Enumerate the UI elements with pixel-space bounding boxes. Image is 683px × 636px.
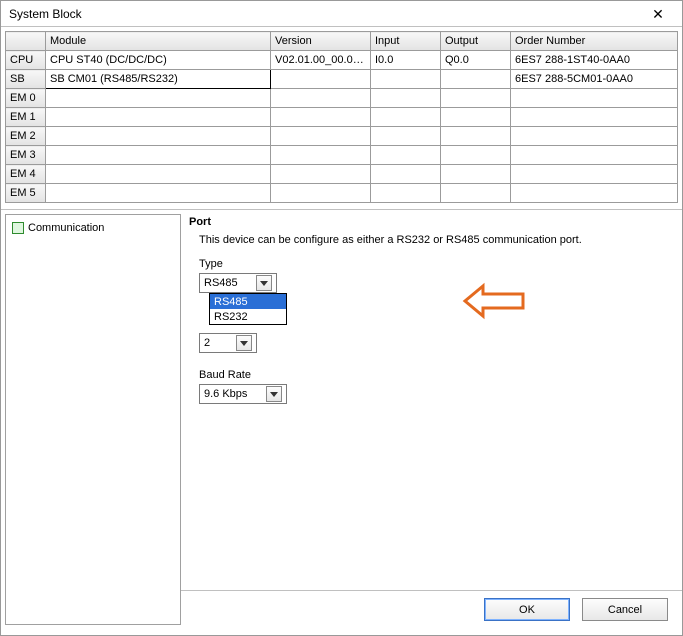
col-slot [6,32,46,51]
cell-slot: SB [6,70,46,89]
table-row[interactable]: EM 4 [6,165,678,184]
col-version[interactable]: Version [271,32,371,51]
detail-area: Communication Port This device can be co… [1,209,682,629]
cell-input[interactable] [371,89,441,108]
cell-module[interactable] [46,165,271,184]
cell-slot: EM 5 [6,184,46,203]
type-option-rs485[interactable]: RS485 [210,294,286,309]
cell-module[interactable] [46,127,271,146]
cell-input[interactable] [371,184,441,203]
dialog-buttons: OK Cancel [484,598,668,621]
cell-slot: EM 0 [6,89,46,108]
cell-version[interactable] [271,146,371,165]
cell-module[interactable] [46,184,271,203]
cell-module[interactable]: CPU ST40 (DC/DC/DC) [46,51,271,70]
cell-input[interactable]: I0.0 [371,51,441,70]
cell-order[interactable] [511,127,678,146]
cell-input[interactable] [371,70,441,89]
cell-version[interactable] [271,89,371,108]
cell-slot: EM 4 [6,165,46,184]
table-row[interactable]: SBSB CM01 (RS485/RS232) 6ES7 288-5CM01-0A… [6,70,678,89]
cell-output[interactable] [441,127,511,146]
baud-combo-wrap: 9.6 Kbps [199,384,287,404]
port-heading: Port [189,216,672,228]
table-row[interactable]: EM 5 [6,184,678,203]
type-combo-wrap: RS485 RS485 RS232 [199,273,279,293]
tree-panel: Communication [5,214,181,625]
annotation-arrow-icon [461,282,531,320]
chevron-down-icon [256,275,272,291]
cell-order[interactable] [511,89,678,108]
cell-input[interactable] [371,165,441,184]
address-value: 2 [204,337,210,349]
port-panel: Port This device can be configure as eit… [181,210,682,629]
chevron-down-icon [266,386,282,402]
baud-label: Baud Rate [199,369,672,381]
cell-order[interactable]: 6ES7 288-5CM01-0AA0 [511,70,678,89]
cell-order[interactable] [511,165,678,184]
cell-output[interactable] [441,146,511,165]
cell-module[interactable] [46,89,271,108]
footer-divider [181,590,682,591]
table-row[interactable]: EM 1 [6,108,678,127]
cell-slot: EM 1 [6,108,46,127]
cell-output[interactable]: Q0.0 [441,51,511,70]
cell-version[interactable]: V02.01.00_00.00... [271,51,371,70]
table-row[interactable]: EM 2 [6,127,678,146]
cell-module[interactable] [46,108,271,127]
table-row[interactable]: EM 0 [6,89,678,108]
col-order[interactable]: Order Number [511,32,678,51]
module-table[interactable]: Module Version Input Output Order Number… [5,31,678,203]
cell-output[interactable] [441,70,511,89]
cell-order[interactable]: 6ES7 288-1ST40-0AA0 [511,51,678,70]
col-input[interactable]: Input [371,32,441,51]
cell-slot: EM 3 [6,146,46,165]
communication-icon [12,222,24,234]
close-icon[interactable]: ✕ [642,4,674,24]
address-combo-wrap: 2 [199,333,257,353]
type-select[interactable]: RS485 [199,273,277,293]
type-option-rs232[interactable]: RS232 [210,309,286,324]
cell-version[interactable] [271,108,371,127]
module-grid-area: Module Version Input Output Order Number… [1,27,682,203]
window-title: System Block [9,7,642,21]
cell-output[interactable] [441,89,511,108]
ok-button[interactable]: OK [484,598,570,621]
title-bar: System Block ✕ [1,1,682,27]
type-label: Type [199,258,672,270]
table-header-row: Module Version Input Output Order Number [6,32,678,51]
type-value: RS485 [204,277,238,289]
port-description: This device can be configure as either a… [199,234,672,246]
tree-item-communication[interactable]: Communication [10,219,176,237]
col-output[interactable]: Output [441,32,511,51]
cell-input[interactable] [371,146,441,165]
cell-order[interactable] [511,146,678,165]
cell-output[interactable] [441,184,511,203]
cancel-button[interactable]: Cancel [582,598,668,621]
cell-slot: CPU [6,51,46,70]
cell-version[interactable] [271,70,371,89]
cell-order[interactable] [511,184,678,203]
cell-module[interactable]: SB CM01 (RS485/RS232) [46,70,271,89]
cell-module[interactable] [46,146,271,165]
type-dropdown-list[interactable]: RS485 RS232 [209,293,287,325]
cell-output[interactable] [441,108,511,127]
cell-version[interactable] [271,127,371,146]
address-select[interactable]: 2 [199,333,257,353]
baud-select[interactable]: 9.6 Kbps [199,384,287,404]
cell-slot: EM 2 [6,127,46,146]
cell-version[interactable] [271,184,371,203]
chevron-down-icon [236,335,252,351]
table-row[interactable]: CPUCPU ST40 (DC/DC/DC)V02.01.00_00.00...… [6,51,678,70]
table-row[interactable]: EM 3 [6,146,678,165]
baud-value: 9.6 Kbps [204,388,247,400]
cell-input[interactable] [371,108,441,127]
cell-input[interactable] [371,127,441,146]
cell-output[interactable] [441,165,511,184]
cell-version[interactable] [271,165,371,184]
cell-order[interactable] [511,108,678,127]
col-module[interactable]: Module [46,32,271,51]
tree-item-label: Communication [28,222,104,234]
